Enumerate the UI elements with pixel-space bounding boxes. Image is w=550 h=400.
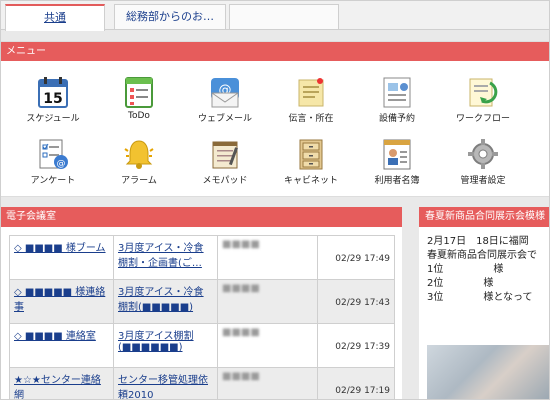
news-photo xyxy=(427,345,549,399)
table-row: ◇ ■■■■ 様ブーム 3月度アイス・冷食棚割・企画書(ご… ■■■■ 02/2… xyxy=(9,235,395,280)
conference-header: 電子会議室 xyxy=(1,207,402,227)
menu-item-schedule[interactable]: 15 スケジュール xyxy=(11,75,95,124)
news-line: 春夏新商品合同展示会で xyxy=(427,250,537,261)
memopad-icon xyxy=(208,137,242,171)
menu-item-directory[interactable]: 利用者名簿 xyxy=(355,137,439,186)
author-cell: ■■■■ xyxy=(222,371,260,382)
conference-table: ◇ ■■■■ 様ブーム 3月度アイス・冷食棚割・企画書(ご… ■■■■ 02/2… xyxy=(9,235,395,399)
menu-item-alarm[interactable]: アラーム xyxy=(97,137,181,186)
news-header: 春夏新商品合同展示会模様 xyxy=(419,207,549,227)
tab-common[interactable]: 共通 xyxy=(5,4,105,31)
tab-general-affairs[interactable]: 総務部からのお… xyxy=(114,4,226,29)
tab-blank[interactable] xyxy=(229,4,339,29)
menu-item-circular[interactable]: 回覧 xyxy=(525,75,549,124)
menu-item-memopad[interactable]: メモパッド xyxy=(183,137,267,186)
datetime-cell: 02/29 17:49 xyxy=(317,235,395,280)
author-cell: ■■■■ xyxy=(222,327,260,338)
room-link[interactable]: ◇ ■■■■ 連絡室 xyxy=(14,331,96,342)
svg-text:@: @ xyxy=(57,159,66,169)
news-line: 2月17日 18日に福岡 xyxy=(427,236,529,247)
table-row: ★☆★センター連絡網 センター移管処理依頼2010 ■■■■ 02/29 17:… xyxy=(9,367,395,399)
news-body: 2月17日 18日に福岡 春夏新商品合同展示会で 1位 様 2位 様 3位 様と… xyxy=(419,227,549,305)
table-row: ◇ ■■■■■ 様連絡事 3月度アイス・冷食棚割(■■■■■) ■■■■ 02/… xyxy=(9,279,395,324)
author-cell: ■■■■ xyxy=(222,283,260,294)
room-link[interactable]: ★☆★センター連絡網 xyxy=(14,375,101,399)
calendar-icon: 15 xyxy=(36,75,70,109)
user-directory-icon xyxy=(380,137,414,171)
menu-item-todo[interactable]: ToDo xyxy=(97,75,181,121)
portal-window: 共通 総務部からのお… メニュー 15 スケジュール ToDo @ ウェブメール… xyxy=(0,0,550,400)
cabinet-icon xyxy=(294,137,328,171)
author-cell: ■■■■ xyxy=(222,239,260,250)
memo-note-icon xyxy=(294,75,328,109)
table-row: ◇ ■■■■ 連絡室 3月度アイス棚割(■■■■■■) ■■■■ 02/29 1… xyxy=(9,323,395,368)
admin-settings-gear-icon xyxy=(466,137,500,171)
survey-icon: @ xyxy=(36,137,70,171)
menu-item-workflow[interactable]: ワークフロー xyxy=(441,75,525,124)
subject-link[interactable]: センター移管処理依頼2010 xyxy=(118,375,208,399)
subject-link[interactable]: 3月度アイス棚割(■■■■■■) xyxy=(118,331,194,353)
tab-bar: 共通 総務部からのお… xyxy=(1,1,549,31)
news-line: 1位 様 xyxy=(427,264,504,275)
menu-item-admin[interactable]: 管理者設定 xyxy=(441,137,525,186)
conference-panel: 電子会議室 ◇ ■■■■ 様ブーム 3月度アイス・冷食棚割・企画書(ご… ■■■… xyxy=(1,207,402,399)
news-line: 2位 様 xyxy=(427,278,494,289)
menu-header: メニュー xyxy=(1,42,549,61)
todo-list-icon xyxy=(122,75,156,109)
room-link[interactable]: ◇ ■■■■ 様ブーム xyxy=(14,243,106,254)
subject-link[interactable]: 3月度アイス・冷食棚割・企画書(ご… xyxy=(118,243,204,269)
datetime-cell: 02/29 17:19 xyxy=(317,367,395,399)
news-panel: 春夏新商品合同展示会模様 2月17日 18日に福岡 春夏新商品合同展示会で 1位… xyxy=(419,207,549,399)
webmail-icon: @ xyxy=(208,75,242,109)
menu-item-facility[interactable]: 設備予約 xyxy=(355,75,439,124)
facility-reservation-icon xyxy=(380,75,414,109)
menu-item-message[interactable]: 伝言・所在 xyxy=(269,75,353,124)
menu-panel: メニュー 15 スケジュール ToDo @ ウェブメール 伝言・所在 設備予約 … xyxy=(1,41,549,197)
menu-item-cabinet[interactable]: キャビネット xyxy=(269,137,353,186)
subject-link[interactable]: 3月度アイス・冷食棚割(■■■■■) xyxy=(118,287,204,313)
menu-item-survey[interactable]: @ アンケート xyxy=(11,137,95,186)
news-line: 3位 様となって xyxy=(427,292,533,303)
datetime-cell: 02/29 17:39 xyxy=(317,323,395,368)
menu-item-webmail[interactable]: @ ウェブメール xyxy=(183,75,267,124)
room-link[interactable]: ◇ ■■■■■ 様連絡事 xyxy=(14,287,105,313)
svg-text:15: 15 xyxy=(43,91,62,107)
datetime-cell: 02/29 17:43 xyxy=(317,279,395,324)
alarm-bell-icon xyxy=(122,137,156,171)
workflow-icon xyxy=(466,75,500,109)
menu-grid: 15 スケジュール ToDo @ ウェブメール 伝言・所在 設備予約 ワークフロ… xyxy=(1,61,549,196)
